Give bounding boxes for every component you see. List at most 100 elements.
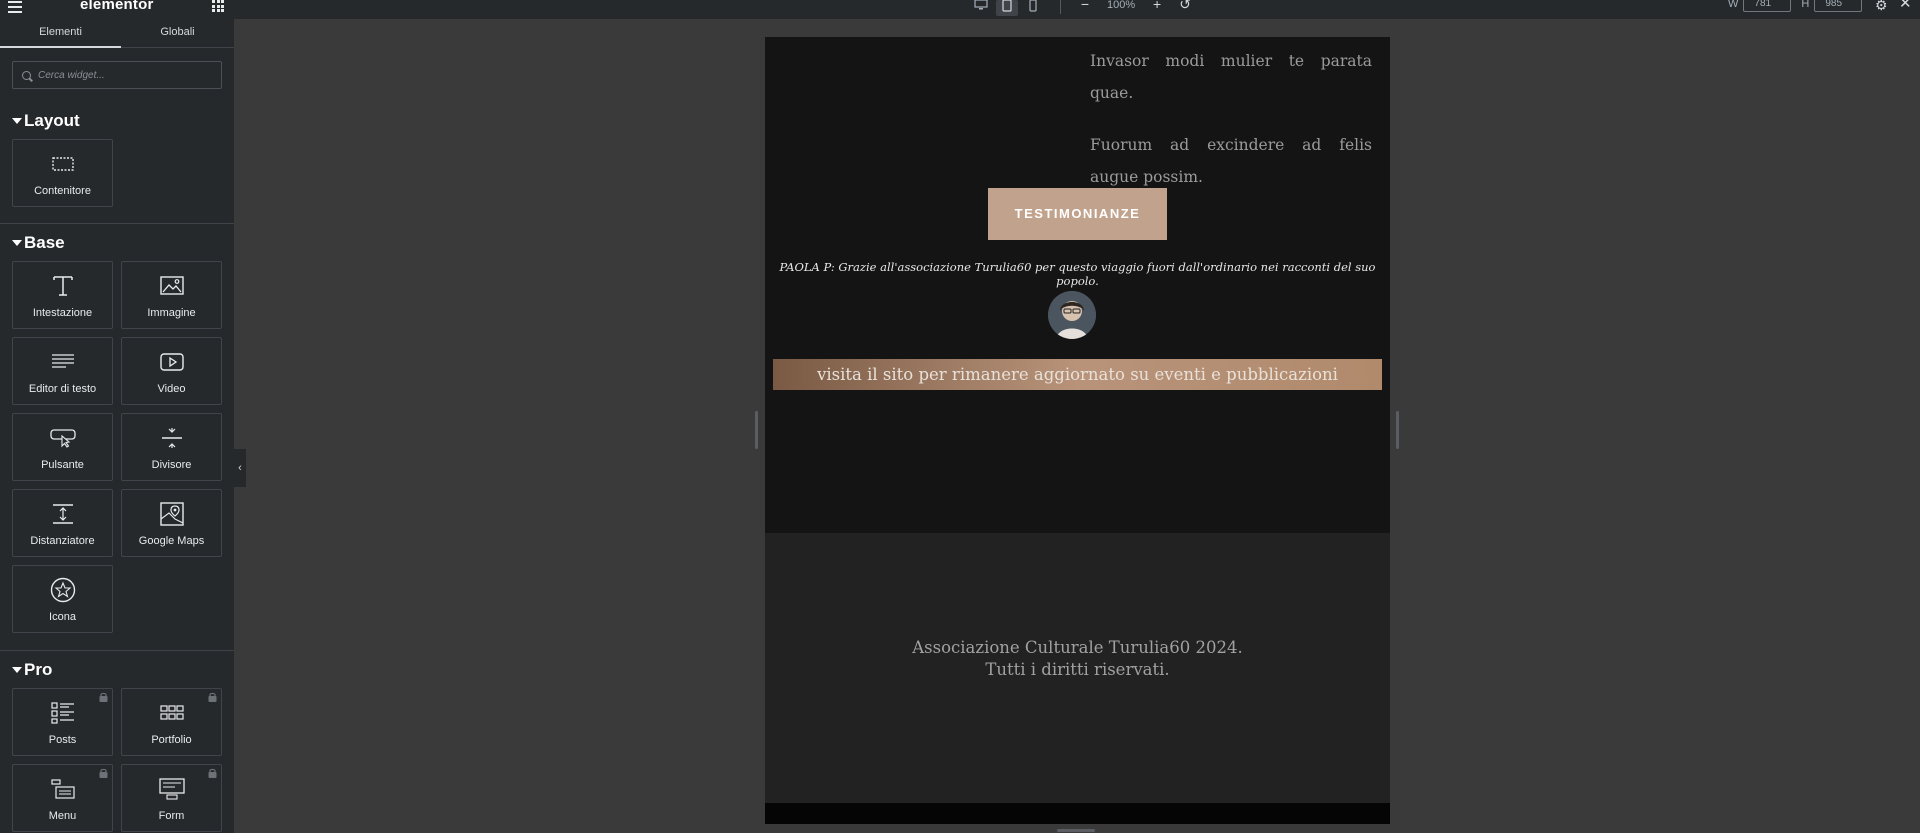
widget-label: Intestazione (32, 307, 93, 319)
portfolio-icon (122, 701, 221, 725)
widget-label: Icona (49, 611, 76, 623)
site-banner-link[interactable]: visita il sito per rimanere aggiornato s… (773, 359, 1382, 390)
caret-down-icon (12, 240, 22, 246)
widget-icona[interactable]: Icona (12, 565, 113, 633)
tablet-view-icon[interactable] (996, 0, 1018, 16)
panel-tabs: Elementi Globali (0, 19, 234, 48)
category-divider (0, 223, 234, 224)
footer-section[interactable]: Associazione Culturale Turulia60 2024. T… (765, 533, 1390, 803)
menu-icon (13, 777, 112, 801)
collapse-panel-button[interactable]: ‹ (234, 449, 246, 487)
layout-widgets: Contenitore (12, 139, 234, 207)
category-title: Pro (24, 660, 53, 679)
search-icon (22, 70, 31, 80)
widget-label: Pulsante (41, 459, 84, 471)
widget-form[interactable]: Form (121, 764, 222, 832)
widgets-panel: Elementi Globali Layout Contenitore Base… (0, 19, 234, 833)
text-editor-block[interactable]: Invasor modi mulier te parata quae. Fuor… (1090, 45, 1372, 193)
widget-immagine[interactable]: Immagine (121, 261, 222, 329)
height-label: H (1801, 0, 1810, 10)
widget-label: Form (158, 810, 185, 822)
caret-down-icon (12, 118, 22, 124)
width-input[interactable]: 781 (1743, 0, 1792, 12)
reset-zoom-icon[interactable]: ↺ (1177, 0, 1193, 14)
category-base[interactable]: Base (12, 233, 234, 253)
pro-widgets: Posts Portfolio Menu Form (12, 688, 234, 832)
footer-line: Associazione Culturale Turulia60 2024. (912, 638, 1243, 657)
widget-label: Divisore (151, 459, 192, 471)
widget-google-maps[interactable]: Google Maps (121, 489, 222, 557)
category-layout[interactable]: Layout (12, 111, 234, 131)
canvas-size-controls: W 781 H 985 (1728, 0, 1872, 19)
chevron-left-icon: ‹ (238, 462, 242, 474)
heading-icon (13, 274, 112, 298)
zoom-level: 100% (1107, 0, 1136, 11)
widget-label: Immagine (147, 307, 196, 319)
widget-search[interactable] (12, 61, 222, 89)
mobile-view-icon[interactable] (1022, 0, 1044, 16)
widget-label: Posts (48, 734, 77, 746)
desktop-view-icon[interactable] (970, 0, 992, 16)
content-section[interactable]: Invasor modi mulier te parata quae. Fuor… (765, 37, 1390, 533)
widget-label: Contenitore (34, 185, 91, 197)
zoom-out-icon[interactable]: − (1077, 0, 1093, 14)
category-title: Layout (24, 111, 80, 130)
widget-label: Editor di testo (28, 383, 97, 395)
testimonial-text: PAOLA P: Grazie all'associazione Turulia… (779, 260, 1376, 288)
toolbar-separator (1060, 0, 1061, 14)
category-title: Base (24, 233, 65, 252)
hamburger-menu-icon[interactable] (8, 0, 26, 16)
resize-handle-left[interactable] (755, 411, 758, 449)
widget-label: Menu (48, 810, 77, 822)
height-input[interactable]: 985 (1814, 0, 1863, 12)
tab-globali[interactable]: Globali (121, 19, 234, 48)
widget-label: Google Maps (138, 535, 205, 547)
zoom-in-icon[interactable]: + (1149, 0, 1165, 14)
text-editor-icon (13, 350, 112, 374)
responsive-toolbar: − 100% + ↺ (970, 0, 1199, 19)
widget-editor-di-testo[interactable]: Editor di testo (12, 337, 113, 405)
tab-elementi[interactable]: Elementi (0, 19, 121, 48)
widget-label: Distanziatore (30, 535, 95, 547)
form-icon (122, 777, 221, 801)
elementor-logo: elementor (80, 0, 154, 13)
widget-menu[interactable]: Menu (12, 764, 113, 832)
spacer-icon (13, 502, 112, 526)
resize-handle-right[interactable] (1396, 411, 1399, 449)
widget-contenitore[interactable]: Contenitore (12, 139, 113, 207)
widget-distanziatore[interactable]: Distanziatore (12, 489, 113, 557)
base-widgets: Intestazione Immagine Editor di testo Vi… (12, 261, 234, 633)
widget-label: Portfolio (151, 734, 192, 746)
caret-down-icon (12, 667, 22, 673)
video-icon (122, 350, 221, 374)
top-bar: elementor − 100% + ↺ W 781 H 985 ⚙ ✕ (0, 0, 1920, 19)
footer-line: Tutti i diritti riservati. (985, 660, 1170, 679)
search-input[interactable] (38, 69, 218, 81)
footer-copyright: Associazione Culturale Turulia60 2024. T… (765, 637, 1390, 681)
bottom-section[interactable] (765, 803, 1390, 824)
widget-pulsante[interactable]: Pulsante (12, 413, 113, 481)
paragraph: Fuorum ad excindere ad felis augue possi… (1090, 136, 1372, 186)
testimonianze-button[interactable]: TESTIMONIANZE (988, 188, 1167, 240)
page-preview: Invasor modi mulier te parata quae. Fuor… (765, 37, 1390, 824)
category-pro[interactable]: Pro (12, 660, 234, 680)
widget-intestazione[interactable]: Intestazione (12, 261, 113, 329)
map-icon (122, 502, 221, 526)
posts-icon (13, 701, 112, 725)
button-icon (13, 426, 112, 450)
settings-gear-icon[interactable]: ⚙ (1875, 0, 1888, 12)
widget-video[interactable]: Video (121, 337, 222, 405)
image-icon (122, 274, 221, 298)
apps-grid-icon[interactable] (212, 0, 224, 12)
widget-divisore[interactable]: Divisore (121, 413, 222, 481)
widget-label: Video (157, 383, 186, 395)
resize-handle-bottom[interactable] (1057, 829, 1095, 832)
widget-portfolio[interactable]: Portfolio (121, 688, 222, 756)
star-icon (13, 577, 112, 603)
widget-posts[interactable]: Posts (12, 688, 113, 756)
container-icon (13, 152, 112, 176)
divider-icon (122, 426, 221, 450)
width-label: W (1728, 0, 1739, 10)
close-icon[interactable]: ✕ (1899, 0, 1912, 11)
category-divider (0, 650, 234, 651)
